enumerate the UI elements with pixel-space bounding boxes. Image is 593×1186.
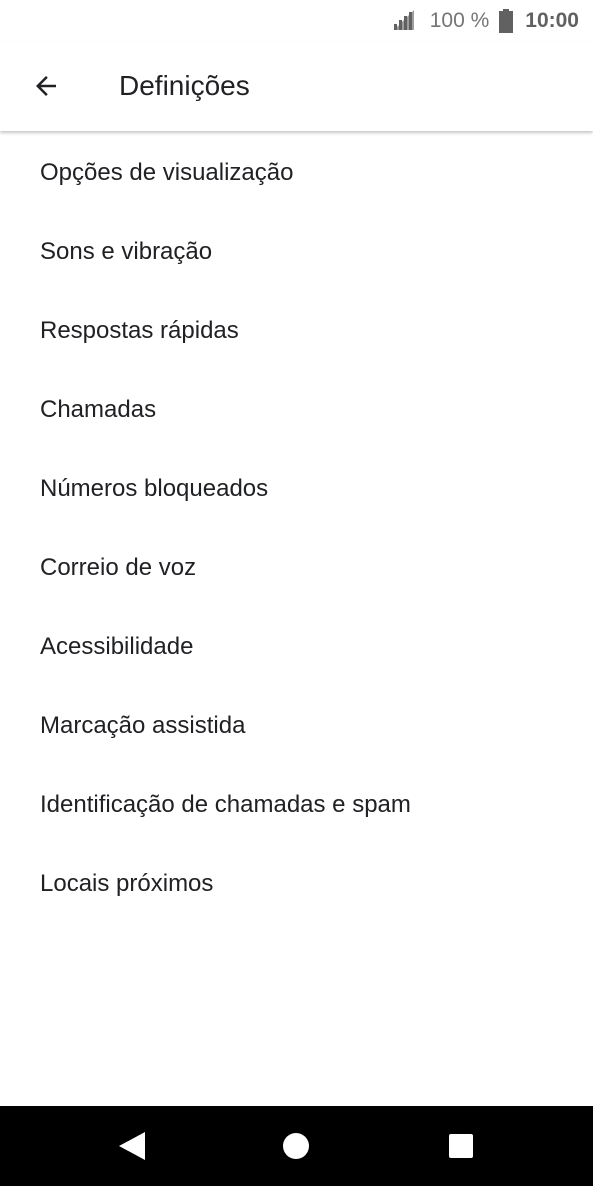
arrow-left-icon	[36, 76, 56, 96]
settings-item-caller-id-spam[interactable]: Identificação de chamadas e spam	[0, 765, 593, 844]
app-bar: Definições	[0, 42, 593, 131]
nav-back-icon	[119, 1132, 145, 1160]
status-bar: 100 % 10:00	[0, 0, 593, 42]
nav-recents-icon	[449, 1134, 473, 1158]
settings-item-accessibility[interactable]: Acessibilidade	[0, 607, 593, 686]
battery-icon	[499, 9, 514, 33]
settings-item-sounds-vibration[interactable]: Sons e vibração	[0, 212, 593, 291]
nav-home-icon	[283, 1133, 309, 1159]
settings-item-nearby-places[interactable]: Locais próximos	[0, 844, 593, 923]
page-title: Definições	[119, 70, 250, 101]
signal-icon	[393, 10, 414, 30]
settings-list: Opções de visualização Sons e vibração R…	[0, 133, 593, 923]
settings-item-assisted-dialing[interactable]: Marcação assistida	[0, 686, 593, 765]
nav-recents-button[interactable]	[421, 1106, 501, 1186]
back-button[interactable]	[20, 60, 72, 112]
settings-item-quick-responses[interactable]: Respostas rápidas	[0, 291, 593, 370]
status-indicators: 100 % 10:00	[392, 8, 579, 34]
nav-back-button[interactable]	[92, 1106, 172, 1186]
settings-item-display-options[interactable]: Opções de visualização	[0, 133, 593, 212]
settings-item-voicemail[interactable]: Correio de voz	[0, 528, 593, 607]
battery-percent: 100 %	[429, 9, 490, 32]
settings-item-calls[interactable]: Chamadas	[0, 370, 593, 449]
navigation-bar	[0, 1106, 593, 1186]
nav-home-button[interactable]	[256, 1106, 336, 1186]
settings-item-blocked-numbers[interactable]: Números bloqueados	[0, 449, 593, 528]
status-time: 10:00	[525, 9, 579, 32]
